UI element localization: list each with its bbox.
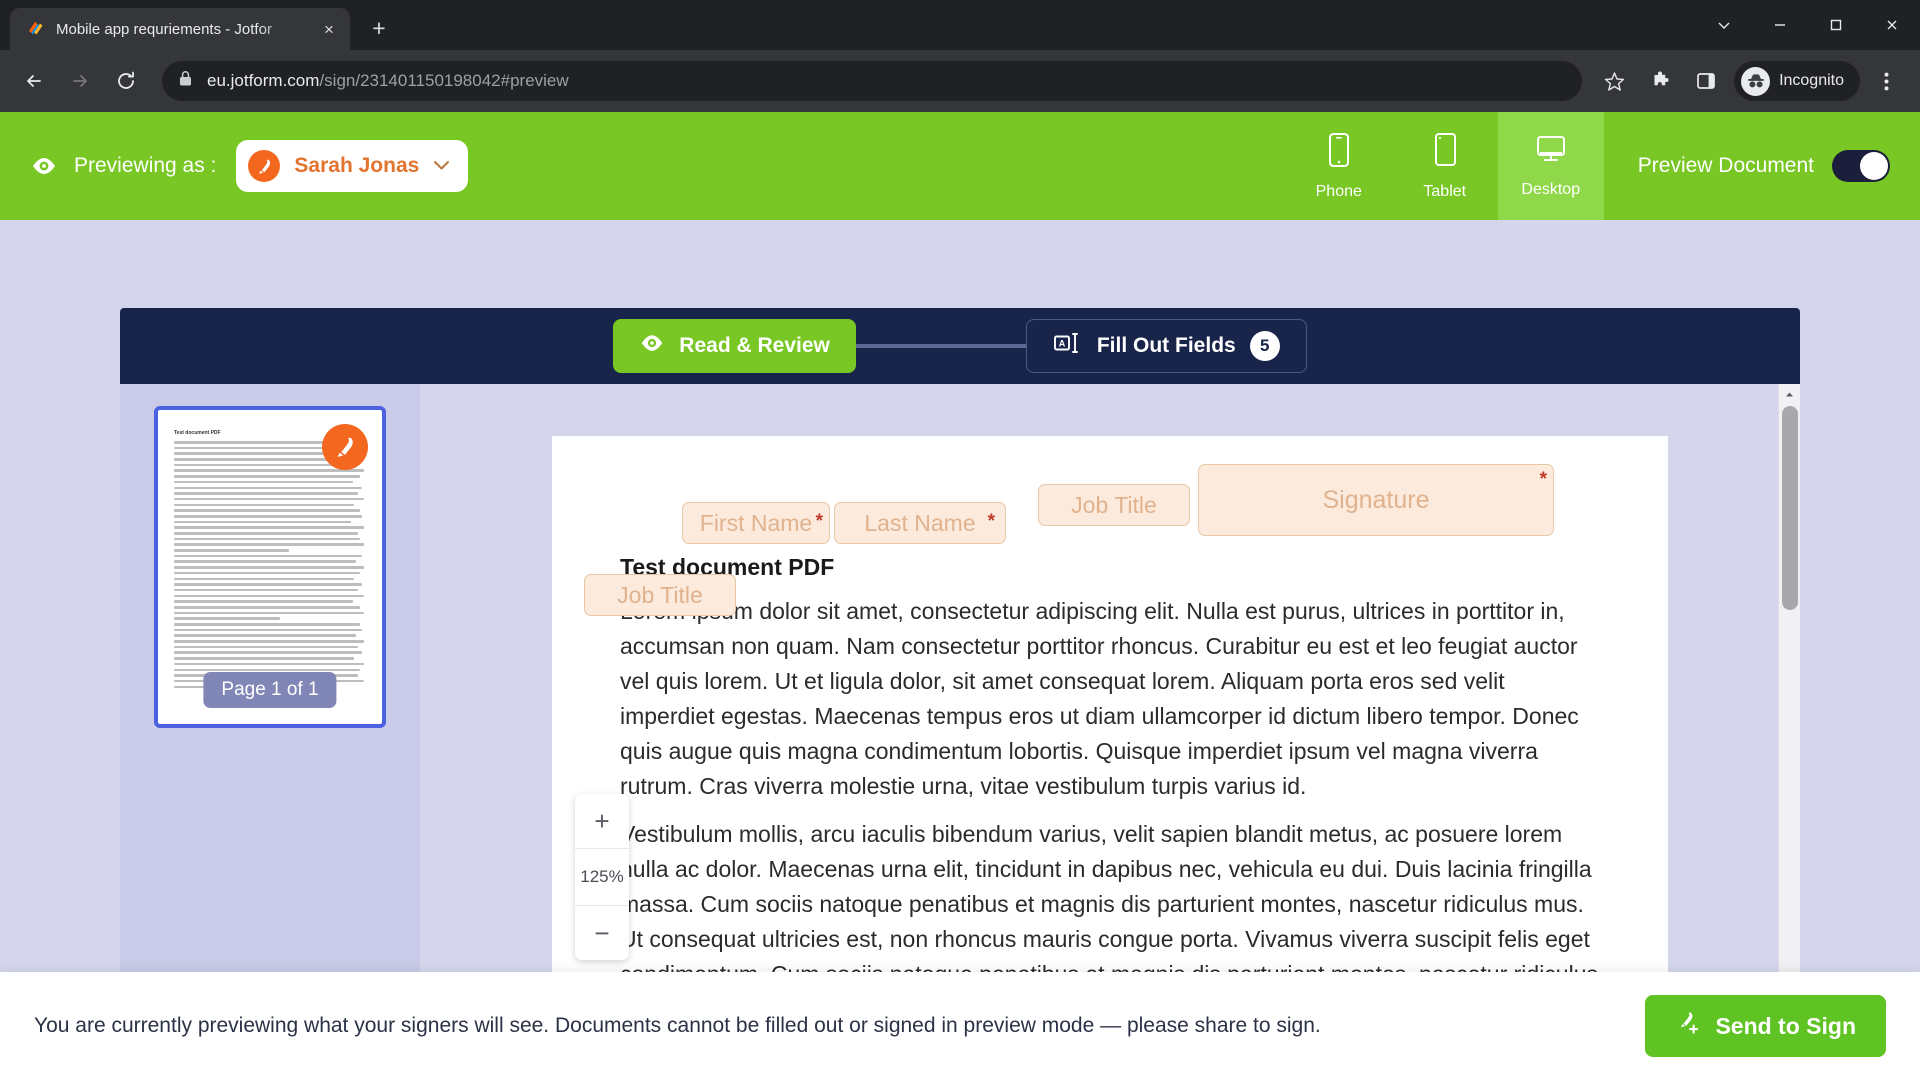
previewing-as-group: Previewing as : Sarah Jonas bbox=[0, 140, 469, 192]
new-tab-button[interactable]: + bbox=[362, 11, 396, 45]
url-path: /sign/231401150198042#preview bbox=[319, 71, 569, 90]
document-viewer: Test document PDF Page 1 of 1 + 125% − F… bbox=[120, 384, 1800, 982]
fill-out-fields-count-badge: 5 bbox=[1249, 331, 1280, 361]
preview-bottom-bar: You are currently previewing what your s… bbox=[0, 972, 1920, 1080]
preview-notice-message: You are currently previewing what your s… bbox=[34, 1014, 1321, 1037]
send-to-sign-button[interactable]: Send to Sign bbox=[1645, 995, 1886, 1057]
field-job-title-top-label: Job Title bbox=[1071, 491, 1157, 518]
window-close-button[interactable] bbox=[1864, 0, 1920, 50]
preview-workspace: Read & Review A Fill Out Fields 5 Test d… bbox=[0, 220, 1920, 1022]
reload-button-icon[interactable] bbox=[106, 61, 146, 101]
field-last-name[interactable]: Last Name * bbox=[834, 502, 1006, 544]
step-fill-out-fields[interactable]: A Fill Out Fields 5 bbox=[1025, 319, 1307, 373]
signer-avatar-icon bbox=[248, 150, 281, 182]
field-signature-label: Signature bbox=[1322, 485, 1430, 514]
window-controls bbox=[1696, 0, 1920, 50]
step-read-review-label: Read & Review bbox=[679, 334, 830, 357]
browser-tab[interactable]: Mobile app requriements - Jotfor × bbox=[10, 8, 350, 50]
preview-document-toggle[interactable] bbox=[1832, 150, 1890, 182]
window-minimize-button[interactable] bbox=[1752, 0, 1808, 50]
lock-icon bbox=[178, 70, 193, 92]
kebab-menu-icon[interactable] bbox=[1866, 61, 1906, 101]
side-panel-icon[interactable] bbox=[1686, 61, 1726, 101]
step-connector bbox=[855, 344, 1026, 348]
thumbnail-signature-badge-icon bbox=[322, 424, 368, 470]
field-job-title-left-label: Job Title bbox=[617, 581, 703, 608]
document-title: Test document PDF bbox=[620, 554, 835, 580]
desktop-icon bbox=[1533, 134, 1569, 173]
star-icon[interactable] bbox=[1594, 61, 1634, 101]
document-paragraph-2: Vestibulum mollis, arcu iaculis bibendum… bbox=[620, 820, 1598, 982]
address-bar-url: eu.jotform.com/sign/231401150198042#prev… bbox=[207, 71, 569, 91]
toggle-knob bbox=[1860, 152, 1888, 180]
chevron-down-icon[interactable] bbox=[1696, 0, 1752, 50]
incognito-icon bbox=[1741, 66, 1771, 96]
tablet-icon bbox=[1430, 132, 1460, 175]
document-paragraph-1: Lorem ipsum dolor sit amet, consectetur … bbox=[620, 598, 1579, 799]
field-job-title-left[interactable]: Job Title bbox=[584, 574, 736, 616]
browser-toolbar: eu.jotform.com/sign/231401150198042#prev… bbox=[0, 50, 1920, 112]
send-to-sign-icon bbox=[1675, 1010, 1701, 1042]
device-tab-tablet[interactable]: Tablet bbox=[1392, 112, 1498, 220]
send-to-sign-label: Send to Sign bbox=[1715, 1012, 1856, 1039]
device-tab-desktop-label: Desktop bbox=[1521, 180, 1581, 198]
step-fill-out-fields-label: Fill Out Fields bbox=[1096, 334, 1236, 357]
preview-document-label: Preview Document bbox=[1637, 154, 1814, 177]
page-indicator-badge: Page 1 of 1 bbox=[203, 672, 337, 708]
eye-icon bbox=[30, 152, 58, 180]
device-tab-desktop[interactable]: Desktop bbox=[1497, 112, 1604, 220]
required-asterisk: * bbox=[987, 511, 995, 532]
field-first-name[interactable]: First Name * bbox=[682, 502, 830, 544]
zoom-level-value: 125% bbox=[575, 848, 629, 906]
chevron-down-icon bbox=[433, 158, 450, 175]
address-bar[interactable]: eu.jotform.com/sign/231401150198042#prev… bbox=[162, 61, 1583, 101]
browser-tabstrip: Mobile app requriements - Jotfor × + bbox=[0, 0, 1920, 50]
preview-document-group: Preview Document bbox=[1604, 150, 1920, 182]
text-field-icon: A bbox=[1053, 331, 1083, 361]
jotform-favicon-icon bbox=[26, 19, 46, 39]
device-preview-tabs: Phone Tablet Desktop bbox=[1286, 112, 1604, 220]
scroll-up-arrow-icon[interactable] bbox=[1779, 384, 1800, 404]
required-asterisk: * bbox=[1539, 469, 1547, 490]
scrollbar-thumb[interactable] bbox=[1782, 406, 1798, 610]
forward-button-icon[interactable] bbox=[60, 61, 100, 101]
browser-tab-title: Mobile app requriements - Jotfor bbox=[56, 20, 272, 38]
document-page: First Name * Last Name * Job Title Signa… bbox=[552, 436, 1668, 982]
zoom-in-button[interactable]: + bbox=[575, 794, 629, 848]
zoom-control: + 125% − bbox=[575, 794, 629, 960]
document-scrollbar[interactable] bbox=[1778, 384, 1800, 982]
back-button-icon[interactable] bbox=[14, 61, 54, 101]
device-tab-phone-label: Phone bbox=[1315, 182, 1362, 200]
svg-text:A: A bbox=[1059, 338, 1066, 348]
signer-name: Sarah Jonas bbox=[294, 154, 420, 177]
document-shell: Read & Review A Fill Out Fields 5 Test d… bbox=[120, 308, 1800, 982]
page-thumbnail[interactable]: Test document PDF Page 1 of 1 bbox=[154, 406, 386, 728]
incognito-label: Incognito bbox=[1779, 72, 1844, 89]
step-read-review[interactable]: Read & Review bbox=[613, 319, 856, 373]
previewing-as-label: Previewing as : bbox=[74, 154, 217, 177]
url-domain: eu.jotform.com bbox=[207, 71, 320, 90]
window-maximize-button[interactable] bbox=[1808, 0, 1864, 50]
preview-header: Previewing as : Sarah Jonas Phone Tablet… bbox=[0, 112, 1920, 220]
browser-window: Mobile app requriements - Jotfor × + eu.… bbox=[0, 0, 1920, 1080]
device-tab-tablet-label: Tablet bbox=[1423, 182, 1467, 200]
signer-selector[interactable]: Sarah Jonas bbox=[236, 140, 469, 192]
signing-steps-bar: Read & Review A Fill Out Fields 5 bbox=[120, 308, 1800, 384]
incognito-profile-chip[interactable]: Incognito bbox=[1734, 61, 1860, 101]
device-tab-phone[interactable]: Phone bbox=[1286, 112, 1392, 220]
page-thumbnail-rail: Test document PDF Page 1 of 1 bbox=[120, 384, 420, 982]
required-asterisk: * bbox=[815, 511, 823, 532]
puzzle-icon[interactable] bbox=[1640, 61, 1680, 101]
tab-close-icon[interactable]: × bbox=[318, 18, 340, 40]
phone-icon bbox=[1325, 132, 1353, 175]
field-first-name-label: First Name bbox=[699, 509, 813, 536]
field-signature[interactable]: Signature * bbox=[1198, 464, 1554, 536]
eye-icon bbox=[639, 330, 665, 362]
zoom-out-button[interactable]: − bbox=[575, 906, 629, 960]
field-last-name-label: Last Name bbox=[864, 509, 976, 536]
field-job-title-top[interactable]: Job Title bbox=[1038, 484, 1190, 526]
